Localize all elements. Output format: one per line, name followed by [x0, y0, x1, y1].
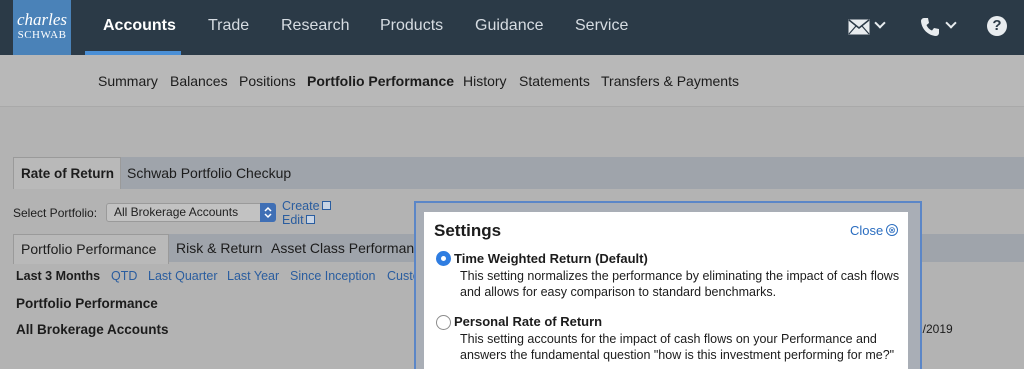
mail-menu-button[interactable]: [848, 15, 888, 39]
nav-trade[interactable]: Trade: [208, 0, 249, 55]
subnav-transfers-payments[interactable]: Transfers & Payments: [601, 73, 739, 89]
option-time-weighted-label[interactable]: Time Weighted Return (Default): [454, 251, 648, 266]
account-name: All Brokerage Accounts: [16, 322, 169, 337]
phone-menu-button[interactable]: [920, 15, 960, 39]
mail-icon: [848, 19, 870, 35]
nav-accounts[interactable]: Accounts: [103, 0, 176, 55]
external-link-icon: [322, 201, 331, 210]
option-personal-rate-desc: This setting accounts for the impact of …: [460, 332, 895, 362]
external-link-icon: [306, 215, 315, 224]
subnav-statements[interactable]: Statements: [519, 73, 590, 89]
close-button[interactable]: Close: [850, 223, 883, 238]
help-button[interactable]: ?: [987, 16, 1007, 36]
range-since-inception[interactable]: Since Inception: [290, 269, 375, 283]
range-last-3-months[interactable]: Last 3 Months: [16, 269, 100, 283]
help-icon: ?: [992, 17, 1002, 34]
chevron-down-icon: [945, 17, 957, 29]
range-qtd[interactable]: QTD: [111, 269, 137, 283]
settings-modal: Settings Close ⊗ Time Weighted Return (D…: [424, 212, 908, 369]
close-icon[interactable]: ⊗: [886, 224, 898, 236]
schwab-logo[interactable]: charles SCHWAB: [13, 0, 71, 55]
create-link[interactable]: Create: [282, 199, 320, 213]
top-nav: charles SCHWAB Accounts Trade Research P…: [0, 0, 1024, 55]
radio-time-weighted[interactable]: [436, 251, 451, 266]
range-last-year[interactable]: Last Year: [227, 269, 279, 283]
nav-service[interactable]: Service: [575, 0, 628, 55]
edit-link[interactable]: Edit: [282, 213, 304, 227]
option-personal-rate-label[interactable]: Personal Rate of Return: [454, 314, 602, 329]
tab-rate-of-return-label: Rate of Return: [21, 166, 115, 181]
subtab-asset-class-performance[interactable]: Asset Class Performance: [271, 240, 429, 256]
subtab-portfolio-performance-label: Portfolio Performance: [21, 241, 157, 257]
logo-line2: SCHWAB: [17, 29, 67, 41]
radio-personal-rate[interactable]: [436, 315, 451, 330]
nav-research[interactable]: Research: [281, 0, 349, 55]
modal-title: Settings: [434, 221, 502, 240]
subnav-portfolio-performance[interactable]: Portfolio Performance: [307, 73, 454, 89]
portfolio-select-value: All Brokerage Accounts: [114, 205, 239, 219]
section-heading: Portfolio Performance: [16, 296, 158, 311]
nav-guidance[interactable]: Guidance: [475, 0, 544, 55]
nav-products[interactable]: Products: [380, 0, 443, 55]
tab-portfolio-checkup[interactable]: Schwab Portfolio Checkup: [127, 165, 291, 181]
sub-nav: Summary Balances Positions Portfolio Per…: [0, 55, 1024, 107]
subtab-risk-return[interactable]: Risk & Return: [176, 240, 262, 256]
subnav-positions[interactable]: Positions: [239, 73, 296, 89]
subnav-history[interactable]: History: [463, 73, 507, 89]
chevron-down-icon: [874, 17, 886, 29]
phone-icon: [921, 18, 939, 36]
select-arrows-icon: [260, 203, 276, 222]
portfolio-select[interactable]: All Brokerage Accounts: [106, 203, 276, 222]
range-last-quarter[interactable]: Last Quarter: [148, 269, 217, 283]
select-portfolio-label: Select Portfolio:: [13, 206, 98, 220]
option-time-weighted-desc: This setting normalizes the performance …: [460, 269, 900, 299]
subnav-summary[interactable]: Summary: [98, 73, 158, 89]
logo-line1: charles: [16, 10, 68, 29]
subnav-balances[interactable]: Balances: [170, 73, 228, 89]
